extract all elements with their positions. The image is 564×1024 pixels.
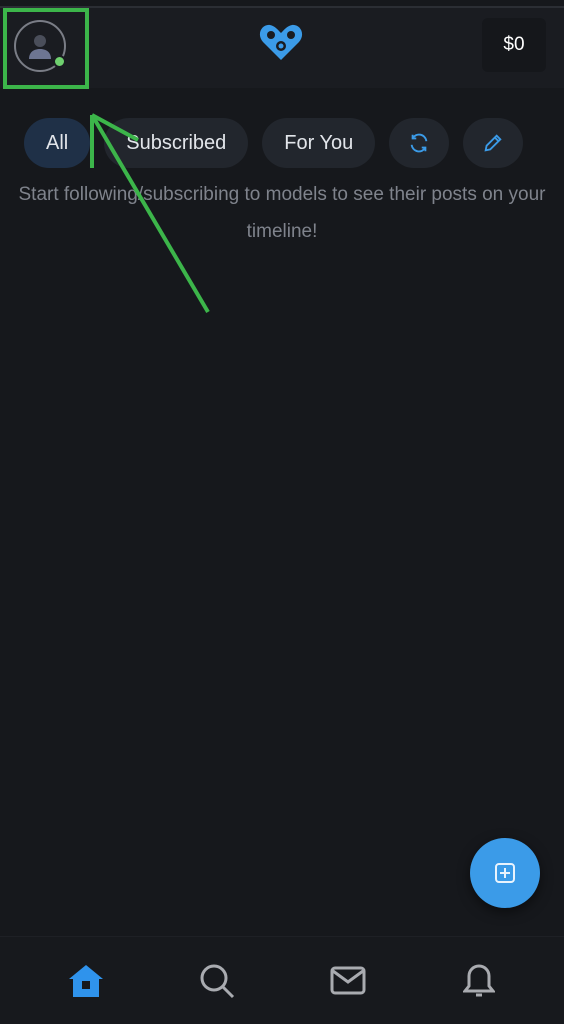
mail-icon	[330, 966, 365, 994]
nav-notifications[interactable]	[449, 951, 509, 1011]
empty-timeline-message: Start following/subscribing to models to…	[18, 184, 546, 242]
heart-lock-logo[interactable]	[258, 22, 304, 67]
edit-button[interactable]	[463, 118, 524, 168]
nav-messages[interactable]	[318, 951, 378, 1011]
tab-all[interactable]: All	[24, 118, 91, 168]
create-post-button[interactable]	[470, 838, 540, 908]
home-icon	[68, 964, 103, 997]
feed-filter-tabs: All Subscribed For You	[24, 118, 524, 168]
user-icon	[29, 35, 51, 59]
search-icon	[200, 964, 234, 998]
nav-search[interactable]	[187, 951, 247, 1011]
bell-icon	[462, 963, 495, 996]
top-bar: $0	[0, 8, 564, 88]
online-status-dot	[53, 55, 66, 68]
refresh-icon	[411, 133, 428, 153]
wallet-balance[interactable]: $0	[482, 18, 546, 72]
tab-for-you[interactable]: For You	[262, 118, 376, 168]
bottom-navigation	[0, 936, 564, 1024]
profile-avatar-button[interactable]	[14, 20, 66, 72]
tab-subscribed[interactable]: Subscribed	[104, 118, 249, 168]
pencil-icon	[484, 134, 502, 152]
plus-square-icon	[495, 863, 515, 883]
nav-home[interactable]	[56, 951, 116, 1011]
refresh-button[interactable]	[389, 118, 450, 168]
